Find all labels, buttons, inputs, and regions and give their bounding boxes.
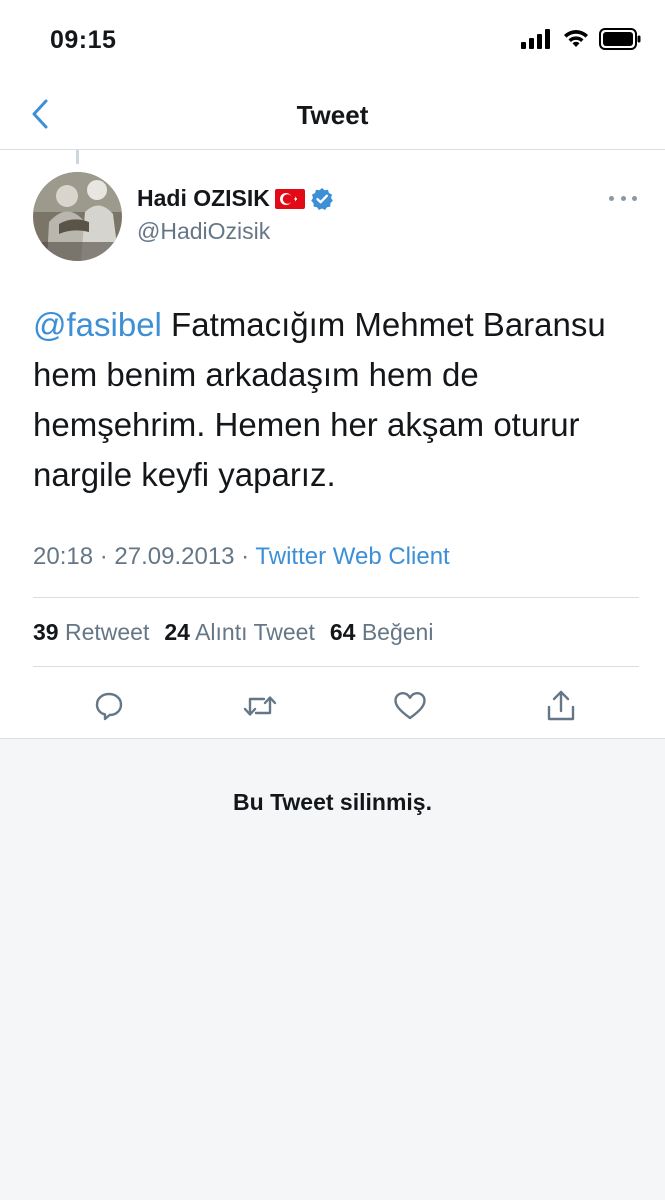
author-name-text: Hadi OZISIK: [137, 185, 270, 211]
tweet-source-link[interactable]: Twitter Web Client: [255, 543, 449, 570]
turkey-flag-icon: [274, 188, 305, 209]
likes-stat[interactable]: 64 Beğeni: [330, 619, 434, 646]
status-time: 09:15: [50, 26, 117, 54]
signal-icon: [521, 29, 550, 49]
mention-link[interactable]: @fasibel: [33, 306, 162, 343]
divider: [33, 597, 639, 598]
tweet-date: 27.09.2013: [114, 543, 235, 570]
divider: [33, 666, 639, 667]
retweets-label: Retweet: [64, 619, 150, 645]
retweets-count: 39: [33, 619, 59, 645]
more-options-button[interactable]: [609, 186, 637, 210]
meta-separator: ·: [234, 543, 256, 570]
avatar-photo: [33, 172, 122, 261]
nav-bar: Tweet: [0, 80, 665, 150]
reply-icon: [95, 692, 123, 721]
more-dot-icon: [632, 195, 637, 201]
more-dot-icon: [620, 195, 626, 201]
share-icon: [547, 690, 575, 721]
tweet-actions: [0, 684, 665, 736]
like-button[interactable]: [388, 684, 432, 728]
thread-connector-line: [76, 150, 79, 164]
meta-separator: ·: [93, 543, 115, 570]
reply-button[interactable]: [87, 684, 131, 728]
quotes-label: Alıntı Tweet: [195, 619, 315, 645]
tweet-stats: 39 Retweet 24 Alıntı Tweet 64 Beğeni: [33, 619, 433, 646]
tweet-meta: 20:18 · 27.09.2013 · Twitter Web Client: [33, 543, 450, 571]
quotes-count: 24: [164, 619, 190, 645]
page-title: Tweet: [296, 100, 369, 130]
likes-label: Beğeni: [361, 619, 434, 645]
author-handle[interactable]: @HadiOzisik: [137, 218, 270, 245]
tweet-text: @fasibel Fatmacığım Mehmet Baransu hem b…: [33, 300, 643, 500]
share-button[interactable]: [539, 684, 583, 728]
status-icons: [521, 28, 641, 50]
retweet-icon: [243, 696, 277, 716]
avatar[interactable]: [33, 172, 122, 261]
status-bar: 09:15: [0, 0, 665, 80]
retweet-button[interactable]: [238, 684, 282, 728]
battery-icon: [599, 28, 641, 50]
quotes-stat[interactable]: 24 Alıntı Tweet: [164, 619, 314, 646]
retweets-stat[interactable]: 39 Retweet: [33, 619, 149, 646]
more-dot-icon: [609, 195, 614, 201]
tweet-time: 20:18: [33, 543, 94, 570]
author-name[interactable]: Hadi OZISIK: [137, 185, 334, 212]
likes-count: 64: [329, 619, 356, 645]
verified-badge-icon: [311, 187, 333, 210]
deleted-notice: Bu Tweet silinmiş.: [233, 789, 432, 815]
heart-icon: [394, 692, 426, 720]
wifi-icon: [564, 30, 588, 47]
deleted-tweet-area: Bu Tweet silinmiş.: [0, 738, 665, 1200]
